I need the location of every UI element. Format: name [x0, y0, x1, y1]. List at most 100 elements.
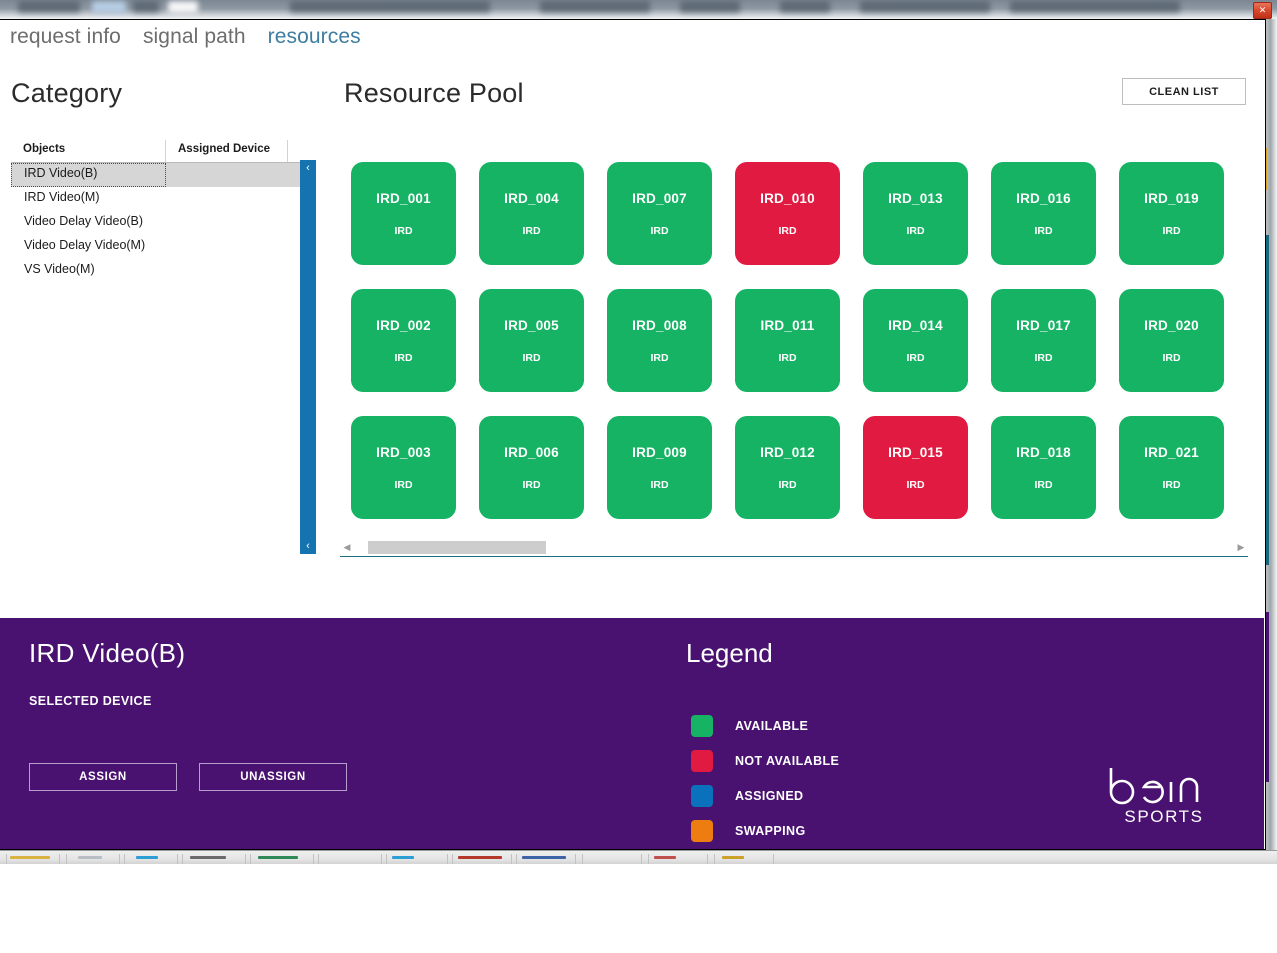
resource-tile-cell: IRD_013 IRD [852, 150, 980, 277]
scrollbar-thumb[interactable] [368, 541, 546, 554]
resource-tile-cell: IRD_012 IRD [724, 404, 852, 531]
resource-tile-cell: IRD_020 IRD [1108, 277, 1236, 404]
scrollbar-track[interactable] [354, 541, 1234, 554]
category-row-assigned-device [166, 211, 300, 235]
resource-tile-type: IRD [394, 224, 413, 237]
resource-tile[interactable]: IRD_006 IRD [479, 416, 584, 519]
scroll-left-arrow-icon[interactable]: ◀ [340, 542, 354, 553]
resource-tile[interactable]: IRD_011 IRD [735, 289, 840, 392]
legend-label: NOT AVAILABLE [735, 753, 840, 768]
resource-tile[interactable]: IRD_003 IRD [351, 416, 456, 519]
close-icon[interactable]: ✕ [1253, 2, 1272, 19]
collapse-left-chevron-icon[interactable]: ‹ [300, 160, 316, 176]
category-row-list: IRD Video(B) IRD Video(M) Video Delay Vide… [11, 163, 300, 283]
category-row[interactable]: IRD Video(B) [11, 163, 300, 187]
resource-tile-cell: IRD_006 IRD [468, 404, 596, 531]
category-row-assigned-device [166, 235, 300, 259]
resource-tile[interactable]: IRD_005 IRD [479, 289, 584, 392]
resource-tile[interactable]: IRD_010 IRD [735, 162, 840, 265]
taskbar-item-icon [190, 856, 226, 859]
tab-signal-path[interactable]: signal path [143, 23, 246, 51]
resource-tile[interactable]: IRD_013 IRD [863, 162, 968, 265]
resource-tile-cell: IRD_010 IRD [724, 150, 852, 277]
titlebar-blur-blob [18, 1, 80, 13]
resource-tile-cell: IRD_015 IRD [852, 404, 980, 531]
resource-tile-cell: IRD_001 IRD [340, 150, 468, 277]
clean-list-button[interactable]: CLEAN LIST [1122, 78, 1246, 105]
resource-tile-type: IRD [778, 478, 797, 491]
resource-tile-type: IRD [394, 351, 413, 364]
resource-tile-name: IRD_006 [504, 444, 559, 460]
titlebar-blur-blob [133, 1, 159, 13]
resource-tile[interactable]: IRD_007 IRD [607, 162, 712, 265]
category-row[interactable]: Video Delay Video(B) [11, 211, 300, 235]
resource-tile[interactable]: IRD_004 IRD [479, 162, 584, 265]
category-grid-header: Objects Assigned Device [11, 140, 300, 163]
resource-tile[interactable]: IRD_001 IRD [351, 162, 456, 265]
assign-button[interactable]: ASSIGN [29, 763, 177, 791]
resource-tile-type: IRD [906, 351, 925, 364]
taskbar-item-icon [722, 856, 744, 859]
resource-tile-name: IRD_015 [888, 444, 943, 460]
category-row-assigned-device [166, 187, 300, 211]
resource-pool-divider [340, 556, 1248, 557]
taskbar-item[interactable] [582, 854, 642, 864]
legend-color-swatch [691, 819, 713, 842]
resource-tile[interactable]: IRD_008 IRD [607, 289, 712, 392]
legend-label: ASSIGNED [735, 788, 804, 803]
unassign-button[interactable]: UNASSIGN [199, 763, 347, 791]
taskbar-item-icon [458, 856, 502, 859]
resource-tile-type: IRD [1162, 351, 1181, 364]
resource-tile-type: IRD [778, 224, 797, 237]
resource-pool-scrollbar[interactable]: ◀ ▶ [340, 539, 1248, 556]
nav-tabs: request info signal path resources [10, 23, 361, 51]
resource-tile-name: IRD_008 [632, 317, 687, 333]
titlebar-blur-blob [168, 1, 198, 13]
scroll-right-arrow-icon[interactable]: ▶ [1234, 542, 1248, 553]
resource-tile[interactable]: IRD_017 IRD [991, 289, 1096, 392]
column-header-objects[interactable]: Objects [11, 140, 166, 162]
titlebar-blur-blob [540, 1, 650, 13]
resource-tile-name: IRD_017 [1016, 317, 1071, 333]
resource-tile[interactable]: IRD_016 IRD [991, 162, 1096, 265]
resource-tile[interactable]: IRD_012 IRD [735, 416, 840, 519]
collapse-left-chevron-icon-bottom[interactable]: ‹ [300, 538, 316, 554]
resource-tile-name: IRD_016 [1016, 190, 1071, 206]
legend-title: Legend [686, 638, 773, 668]
resource-tile[interactable]: IRD_002 IRD [351, 289, 456, 392]
resource-tile[interactable]: IRD_014 IRD [863, 289, 968, 392]
resource-tile-cell: IRD_005 IRD [468, 277, 596, 404]
window-titlebar: ✕ [0, 0, 1277, 19]
taskbar[interactable] [0, 850, 1277, 865]
taskbar-item[interactable] [318, 854, 382, 864]
resource-tile[interactable]: IRD_018 IRD [991, 416, 1096, 519]
legend-color-swatch [691, 784, 713, 807]
resource-tile-cell: IRD_019 IRD [1108, 150, 1236, 277]
category-row[interactable]: VS Video(M) [11, 259, 300, 283]
resource-pool-heading: Resource Pool [344, 78, 524, 108]
category-row[interactable]: Video Delay Video(M) [11, 235, 300, 259]
resource-tile-type: IRD [778, 351, 797, 364]
category-grid: Objects Assigned Device IRD Video(B) IRD … [11, 140, 300, 545]
selected-device-label: SELECTED DEVICE [29, 694, 152, 708]
category-row-assigned-device [166, 163, 300, 187]
resource-tile[interactable]: IRD_020 IRD [1119, 289, 1224, 392]
resource-tile[interactable]: IRD_015 IRD [863, 416, 968, 519]
resource-tile-cell: IRD_002 IRD [340, 277, 468, 404]
resource-tile-type: IRD [906, 478, 925, 491]
resource-tile-type: IRD [650, 224, 669, 237]
tab-resources[interactable]: resources [268, 23, 361, 51]
resource-tile-type: IRD [1162, 478, 1181, 491]
resource-tile[interactable]: IRD_021 IRD [1119, 416, 1224, 519]
resource-tile[interactable]: IRD_019 IRD [1119, 162, 1224, 265]
tab-request-info[interactable]: request info [10, 23, 121, 51]
column-header-assigned-device[interactable]: Assigned Device [166, 140, 288, 162]
legend-row: NOT AVAILABLE [691, 743, 839, 778]
pane-splitter[interactable]: ‹ ‹ [300, 160, 316, 554]
resource-tile[interactable]: IRD_009 IRD [607, 416, 712, 519]
legend-label: SWAPPING [735, 823, 806, 838]
titlebar-blur-blob [290, 1, 490, 13]
category-row-object-name: VS Video(M) [24, 262, 95, 276]
resource-tile-name: IRD_012 [760, 444, 815, 460]
category-row[interactable]: IRD Video(M) [11, 187, 300, 211]
